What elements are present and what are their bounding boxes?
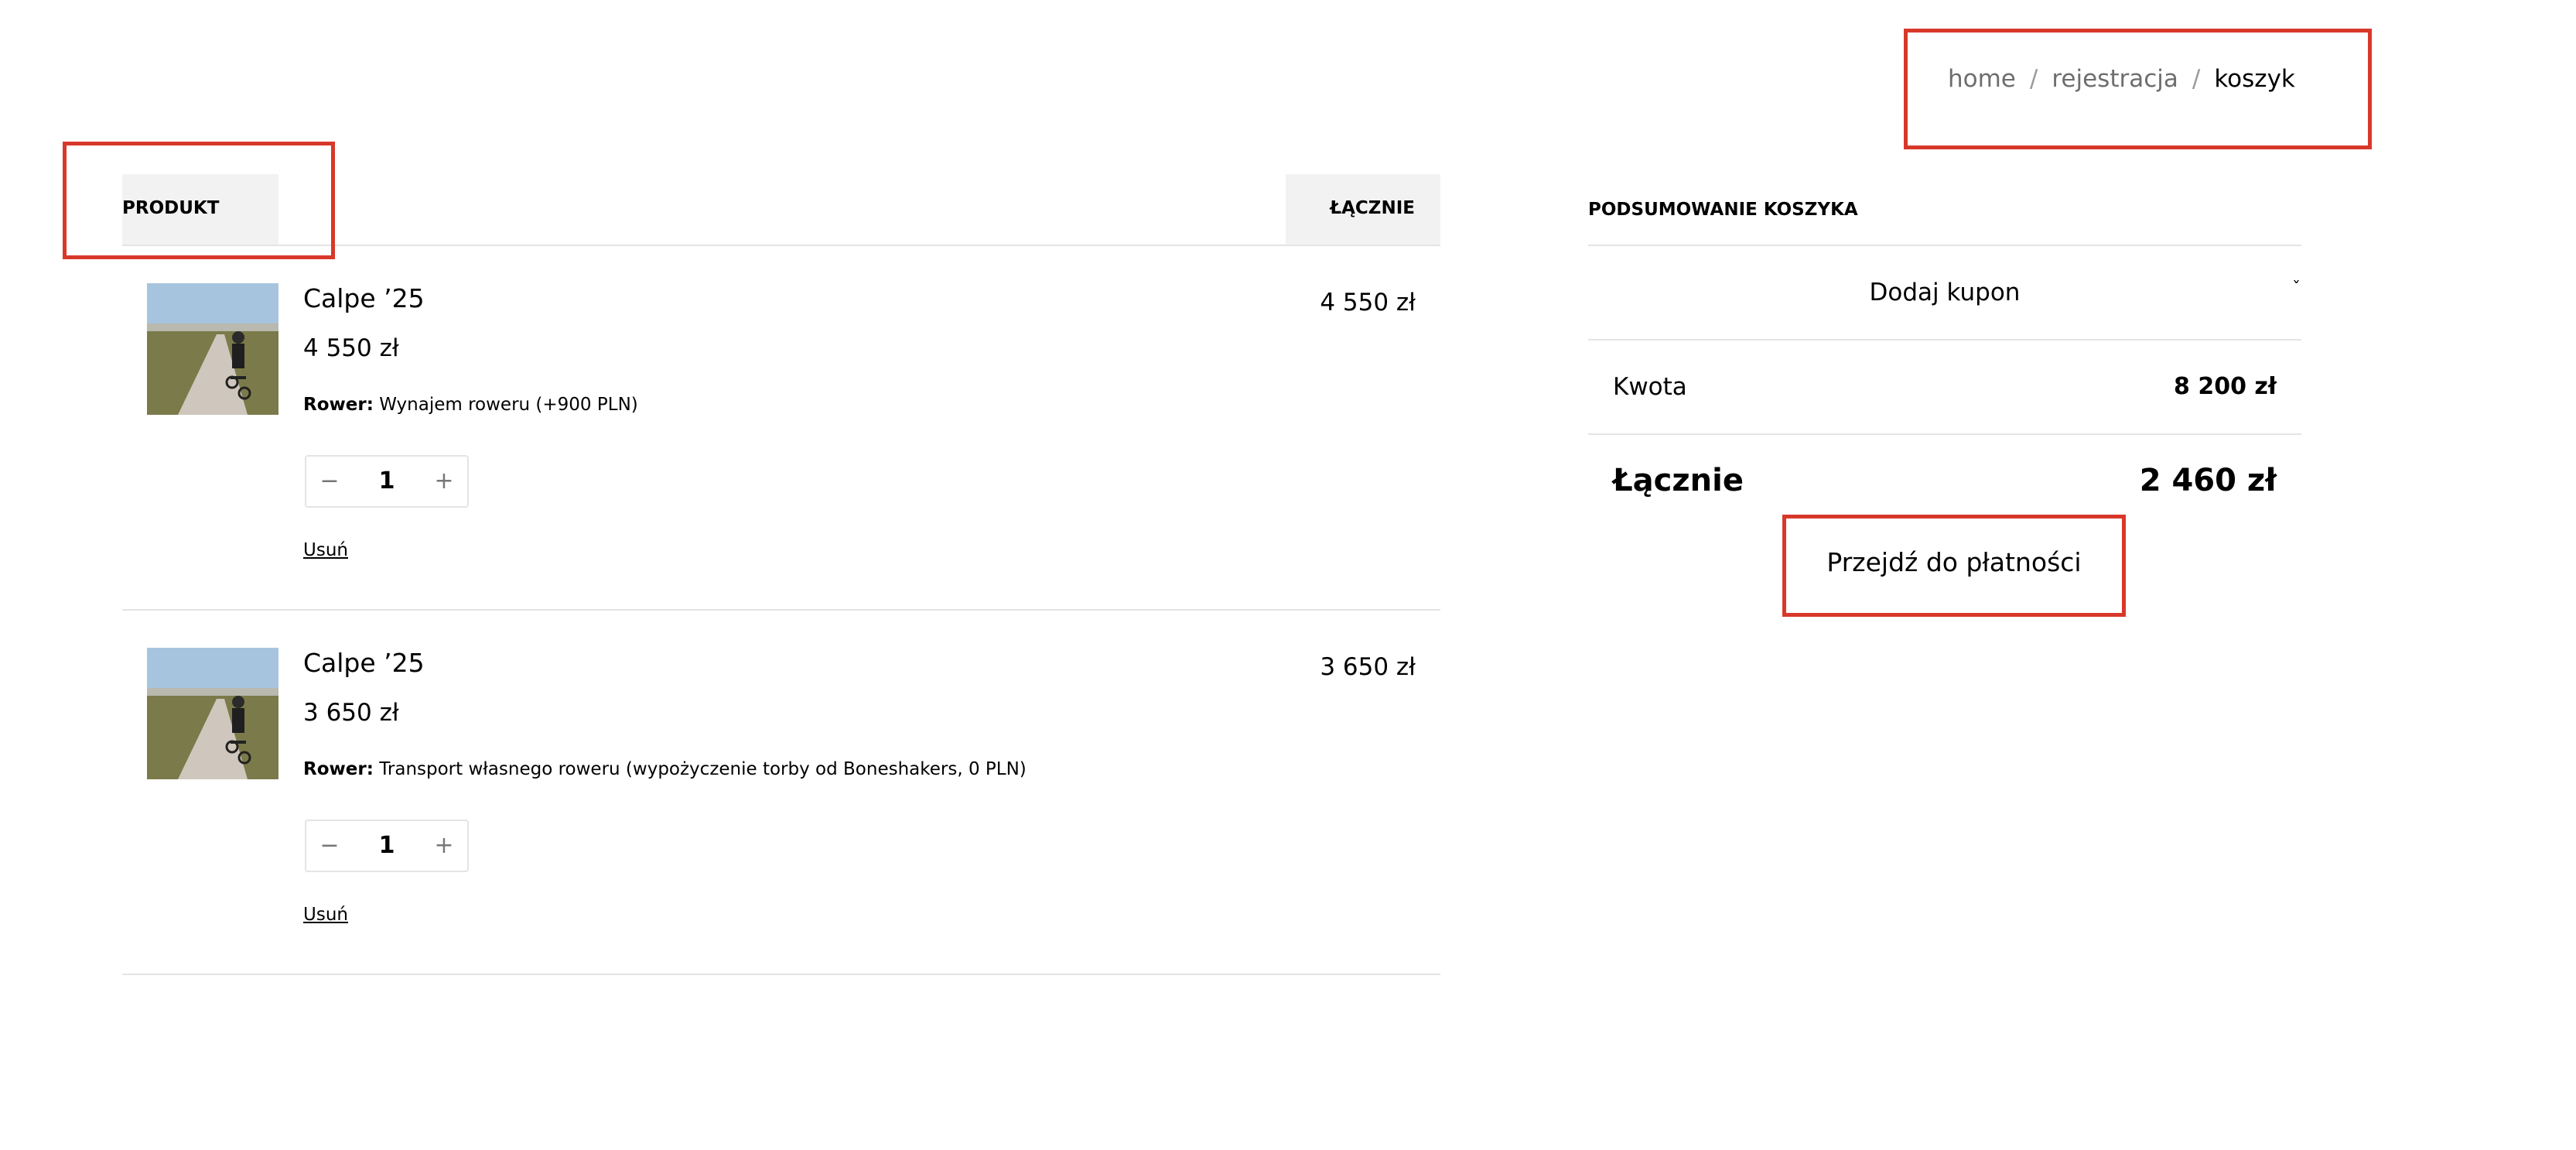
line-total: 4 550 zł: [1320, 289, 1416, 317]
remove-link[interactable]: Usuń: [303, 905, 348, 925]
breadcrumb-current: koszyk: [2214, 65, 2295, 93]
product-price: 4 550 zł: [303, 334, 399, 362]
breadcrumb-separator: /: [2192, 65, 2201, 93]
product-name[interactable]: Calpe ’25: [303, 648, 425, 678]
cart-row: Calpe ’25 4 550 zł Rower: Wynajem roweru…: [122, 246, 1440, 609]
breadcrumb: home / rejestracja / koszyk: [1948, 65, 2295, 93]
total-label: Łącznie: [1613, 463, 1744, 498]
quantity-increase-button[interactable]: +: [421, 457, 467, 506]
cart-summary-title: PODSUMOWANIE KOSZYKA: [1588, 200, 1858, 220]
quantity-stepper: − 1 +: [305, 820, 469, 872]
amount-label: Kwota: [1613, 373, 1687, 401]
quantity-increase-button[interactable]: +: [421, 821, 467, 871]
breadcrumb-rejestracja[interactable]: rejestracja: [2052, 65, 2178, 93]
chevron-down-icon: ˇ: [2292, 279, 2301, 299]
summary-divider: [1588, 245, 2301, 246]
product-option-label: Rower:: [303, 395, 374, 415]
quantity-decrease-button[interactable]: −: [306, 821, 353, 871]
quantity-decrease-button[interactable]: −: [306, 457, 353, 506]
product-option-label: Rower:: [303, 759, 374, 779]
amount-value: 8 200 zł: [2174, 373, 2277, 400]
product-column-header: PRODUKT: [122, 198, 220, 218]
row-divider: [122, 974, 1440, 975]
checkout-button[interactable]: Przejdź do płatności: [1784, 516, 2124, 615]
product-option: Rower: Wynajem roweru (+900 PLN): [303, 395, 638, 415]
quantity-input[interactable]: 1: [353, 457, 421, 506]
product-thumbnail[interactable]: [147, 283, 278, 415]
total-column-header: ŁĄCZNIE: [1330, 198, 1415, 218]
quantity-input[interactable]: 1: [353, 821, 421, 871]
breadcrumb-separator: /: [2029, 65, 2038, 93]
product-option: Rower: Transport własnego roweru (wypoży…: [303, 759, 1027, 779]
total-value: 2 460 zł: [2139, 463, 2277, 498]
product-name[interactable]: Calpe ’25: [303, 283, 425, 313]
product-price: 3 650 zł: [303, 699, 399, 727]
add-coupon-label: Dodaj kupon: [1869, 279, 2021, 306]
remove-link[interactable]: Usuń: [303, 540, 348, 560]
line-total: 3 650 zł: [1320, 653, 1416, 681]
summary-divider: [1588, 339, 2301, 341]
quantity-stepper: − 1 +: [305, 455, 469, 508]
add-coupon-toggle[interactable]: Dodaj kupon ˇ: [1588, 248, 2301, 339]
product-option-value: Wynajem roweru (+900 PLN): [379, 395, 638, 415]
summary-divider: [1588, 433, 2301, 435]
breadcrumb-home[interactable]: home: [1948, 65, 2016, 93]
product-thumbnail[interactable]: [147, 648, 278, 779]
cart-row: Calpe ’25 3 650 zł Rower: Transport włas…: [122, 611, 1440, 974]
product-option-value: Transport własnego roweru (wypożyczenie …: [379, 759, 1027, 779]
